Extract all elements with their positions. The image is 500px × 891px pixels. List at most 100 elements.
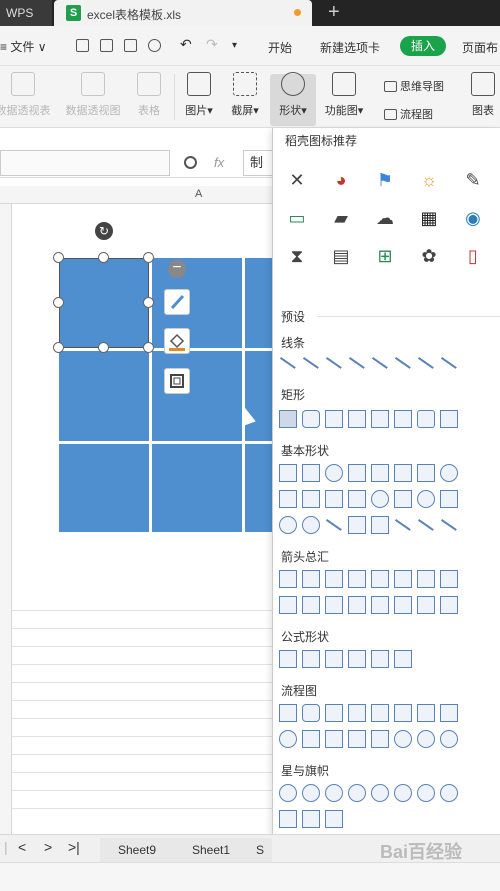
up-arrow-shape[interactable]: [325, 570, 343, 588]
document-tab[interactable]: S excel表格模板.xls: [54, 0, 312, 26]
menu-start[interactable]: 开始: [268, 39, 292, 56]
sheet-tab[interactable]: Sheet1: [174, 838, 248, 862]
menu-new-tab[interactable]: 新建选项卡: [320, 39, 380, 56]
process-shape[interactable]: [279, 704, 297, 722]
round-two-corner-shape[interactable]: [417, 410, 435, 428]
right-triangle-shape[interactable]: [371, 464, 389, 482]
shape-square[interactable]: [59, 351, 149, 441]
formula-input[interactable]: 制: [243, 150, 275, 176]
down-callout-arrow-shape[interactable]: [394, 596, 412, 614]
multiply-sign-shape[interactable]: [325, 650, 343, 668]
quad-callout-arrow-shape[interactable]: [440, 596, 458, 614]
frame-shape[interactable]: [279, 490, 297, 508]
triangle-shape[interactable]: [348, 464, 366, 482]
hourglass-icon[interactable]: ⧗: [283, 242, 311, 270]
shape-square[interactable]: [59, 444, 149, 532]
presentation-icon[interactable]: ⊞: [371, 242, 399, 270]
predefined-process-shape[interactable]: [371, 704, 389, 722]
snip-diagonal-shape[interactable]: [371, 410, 389, 428]
internal-storage-shape[interactable]: [394, 704, 412, 722]
pen-icon[interactable]: ✎: [459, 166, 487, 194]
explosion-shape[interactable]: [279, 784, 297, 802]
elbow-arrow-shape[interactable]: [371, 354, 389, 372]
arrow-line-shape[interactable]: [302, 354, 320, 372]
rotate-handle-icon[interactable]: ↻: [95, 222, 113, 240]
minus-sign-shape[interactable]: [302, 650, 320, 668]
eight-point-star-shape[interactable]: [394, 784, 412, 802]
first-sheet-icon[interactable]: |: [4, 839, 8, 855]
pivot-table-button[interactable]: 数据透视表: [0, 72, 52, 118]
alternate-process-shape[interactable]: [302, 704, 320, 722]
mind-map-button[interactable]: 思维导图: [384, 78, 444, 94]
last-sheet-button[interactable]: >|: [68, 839, 80, 855]
shape-square[interactable]: [245, 351, 275, 441]
pivot-chart-button[interactable]: 数据透视图: [60, 72, 126, 118]
multidocument-shape[interactable]: [440, 704, 458, 722]
wallet-icon[interactable]: ▭: [283, 204, 311, 232]
calendar-icon[interactable]: ▤: [327, 242, 355, 270]
fx-icon[interactable]: fx: [214, 155, 224, 170]
picture-button[interactable]: 图片▾: [182, 72, 216, 118]
resize-handle[interactable]: [53, 342, 64, 353]
rectangle-shape[interactable]: [279, 410, 297, 428]
diamond-shape[interactable]: [417, 464, 435, 482]
undo-icon[interactable]: ↶: [180, 36, 192, 53]
wps-home-tab[interactable]: WPS: [0, 0, 52, 26]
magnetic-disk-shape[interactable]: [440, 730, 458, 748]
left-arrow-shape[interactable]: [302, 570, 320, 588]
sort-shape[interactable]: [325, 730, 343, 748]
column-a-label[interactable]: A: [195, 188, 202, 200]
merge-shape[interactable]: [371, 730, 389, 748]
rounded-rectangle-shape[interactable]: [302, 410, 320, 428]
left-right-up-arrow-shape[interactable]: [417, 570, 435, 588]
print-icon[interactable]: [100, 39, 113, 52]
round-single-corner-shape[interactable]: [394, 410, 412, 428]
new-tab-icon[interactable]: +: [328, 0, 340, 24]
next-sheet-button[interactable]: >: [44, 839, 52, 855]
print-preview-icon[interactable]: [124, 39, 137, 52]
resize-handle[interactable]: [98, 252, 109, 263]
divide-sign-shape[interactable]: [348, 650, 366, 668]
shape-square[interactable]: [152, 351, 242, 441]
scroll-shape[interactable]: [279, 810, 297, 828]
resize-handle[interactable]: [143, 342, 154, 353]
octagon-shape[interactable]: [394, 490, 412, 508]
building-icon[interactable]: ▦: [415, 204, 443, 232]
table-button[interactable]: 表格: [132, 72, 166, 118]
double-arrow-line-shape[interactable]: [325, 354, 343, 372]
extract-shape[interactable]: [348, 730, 366, 748]
resize-handle[interactable]: [143, 297, 154, 308]
lightbulb-icon[interactable]: ☼: [415, 166, 443, 194]
sixteen-point-star-shape[interactable]: [417, 784, 435, 802]
double-brace-shape[interactable]: [371, 516, 389, 534]
elbow-double-arrow-shape[interactable]: [394, 354, 412, 372]
bent-arrow-shape[interactable]: [440, 570, 458, 588]
mouse-icon[interactable]: ▰: [327, 204, 355, 232]
resize-handle[interactable]: [53, 297, 64, 308]
plus-sign-shape[interactable]: [279, 650, 297, 668]
sequential-storage-shape[interactable]: [417, 730, 435, 748]
can-shape[interactable]: [417, 490, 435, 508]
right-arrow-shape[interactable]: [279, 570, 297, 588]
name-box[interactable]: [0, 150, 170, 176]
resize-handle[interactable]: [98, 342, 109, 353]
curved-connector-shape[interactable]: [417, 354, 435, 372]
menu-insert[interactable]: 插入: [400, 36, 446, 56]
shape-square[interactable]: [152, 444, 242, 532]
cloud-shape[interactable]: [302, 516, 320, 534]
diagonal-stripe-shape[interactable]: [348, 490, 366, 508]
parallelogram-shape[interactable]: [394, 464, 412, 482]
resize-handle[interactable]: [143, 252, 154, 263]
save-icon[interactable]: [76, 39, 89, 52]
line-shape[interactable]: [279, 354, 297, 372]
double-wave-shape[interactable]: [325, 810, 343, 828]
pentagon-arrow-shape[interactable]: [302, 596, 320, 614]
sheet-tab[interactable]: S: [248, 838, 272, 862]
tools-icon[interactable]: ✕: [283, 166, 311, 194]
function-chart-button[interactable]: 功能图▾: [320, 72, 368, 118]
shape-button[interactable]: 形状▾: [272, 72, 314, 118]
cloud-icon[interactable]: ☁: [371, 204, 399, 232]
prev-sheet-button[interactable]: <: [18, 839, 26, 855]
equal-sign-shape[interactable]: [371, 650, 389, 668]
export-icon[interactable]: [148, 39, 161, 52]
